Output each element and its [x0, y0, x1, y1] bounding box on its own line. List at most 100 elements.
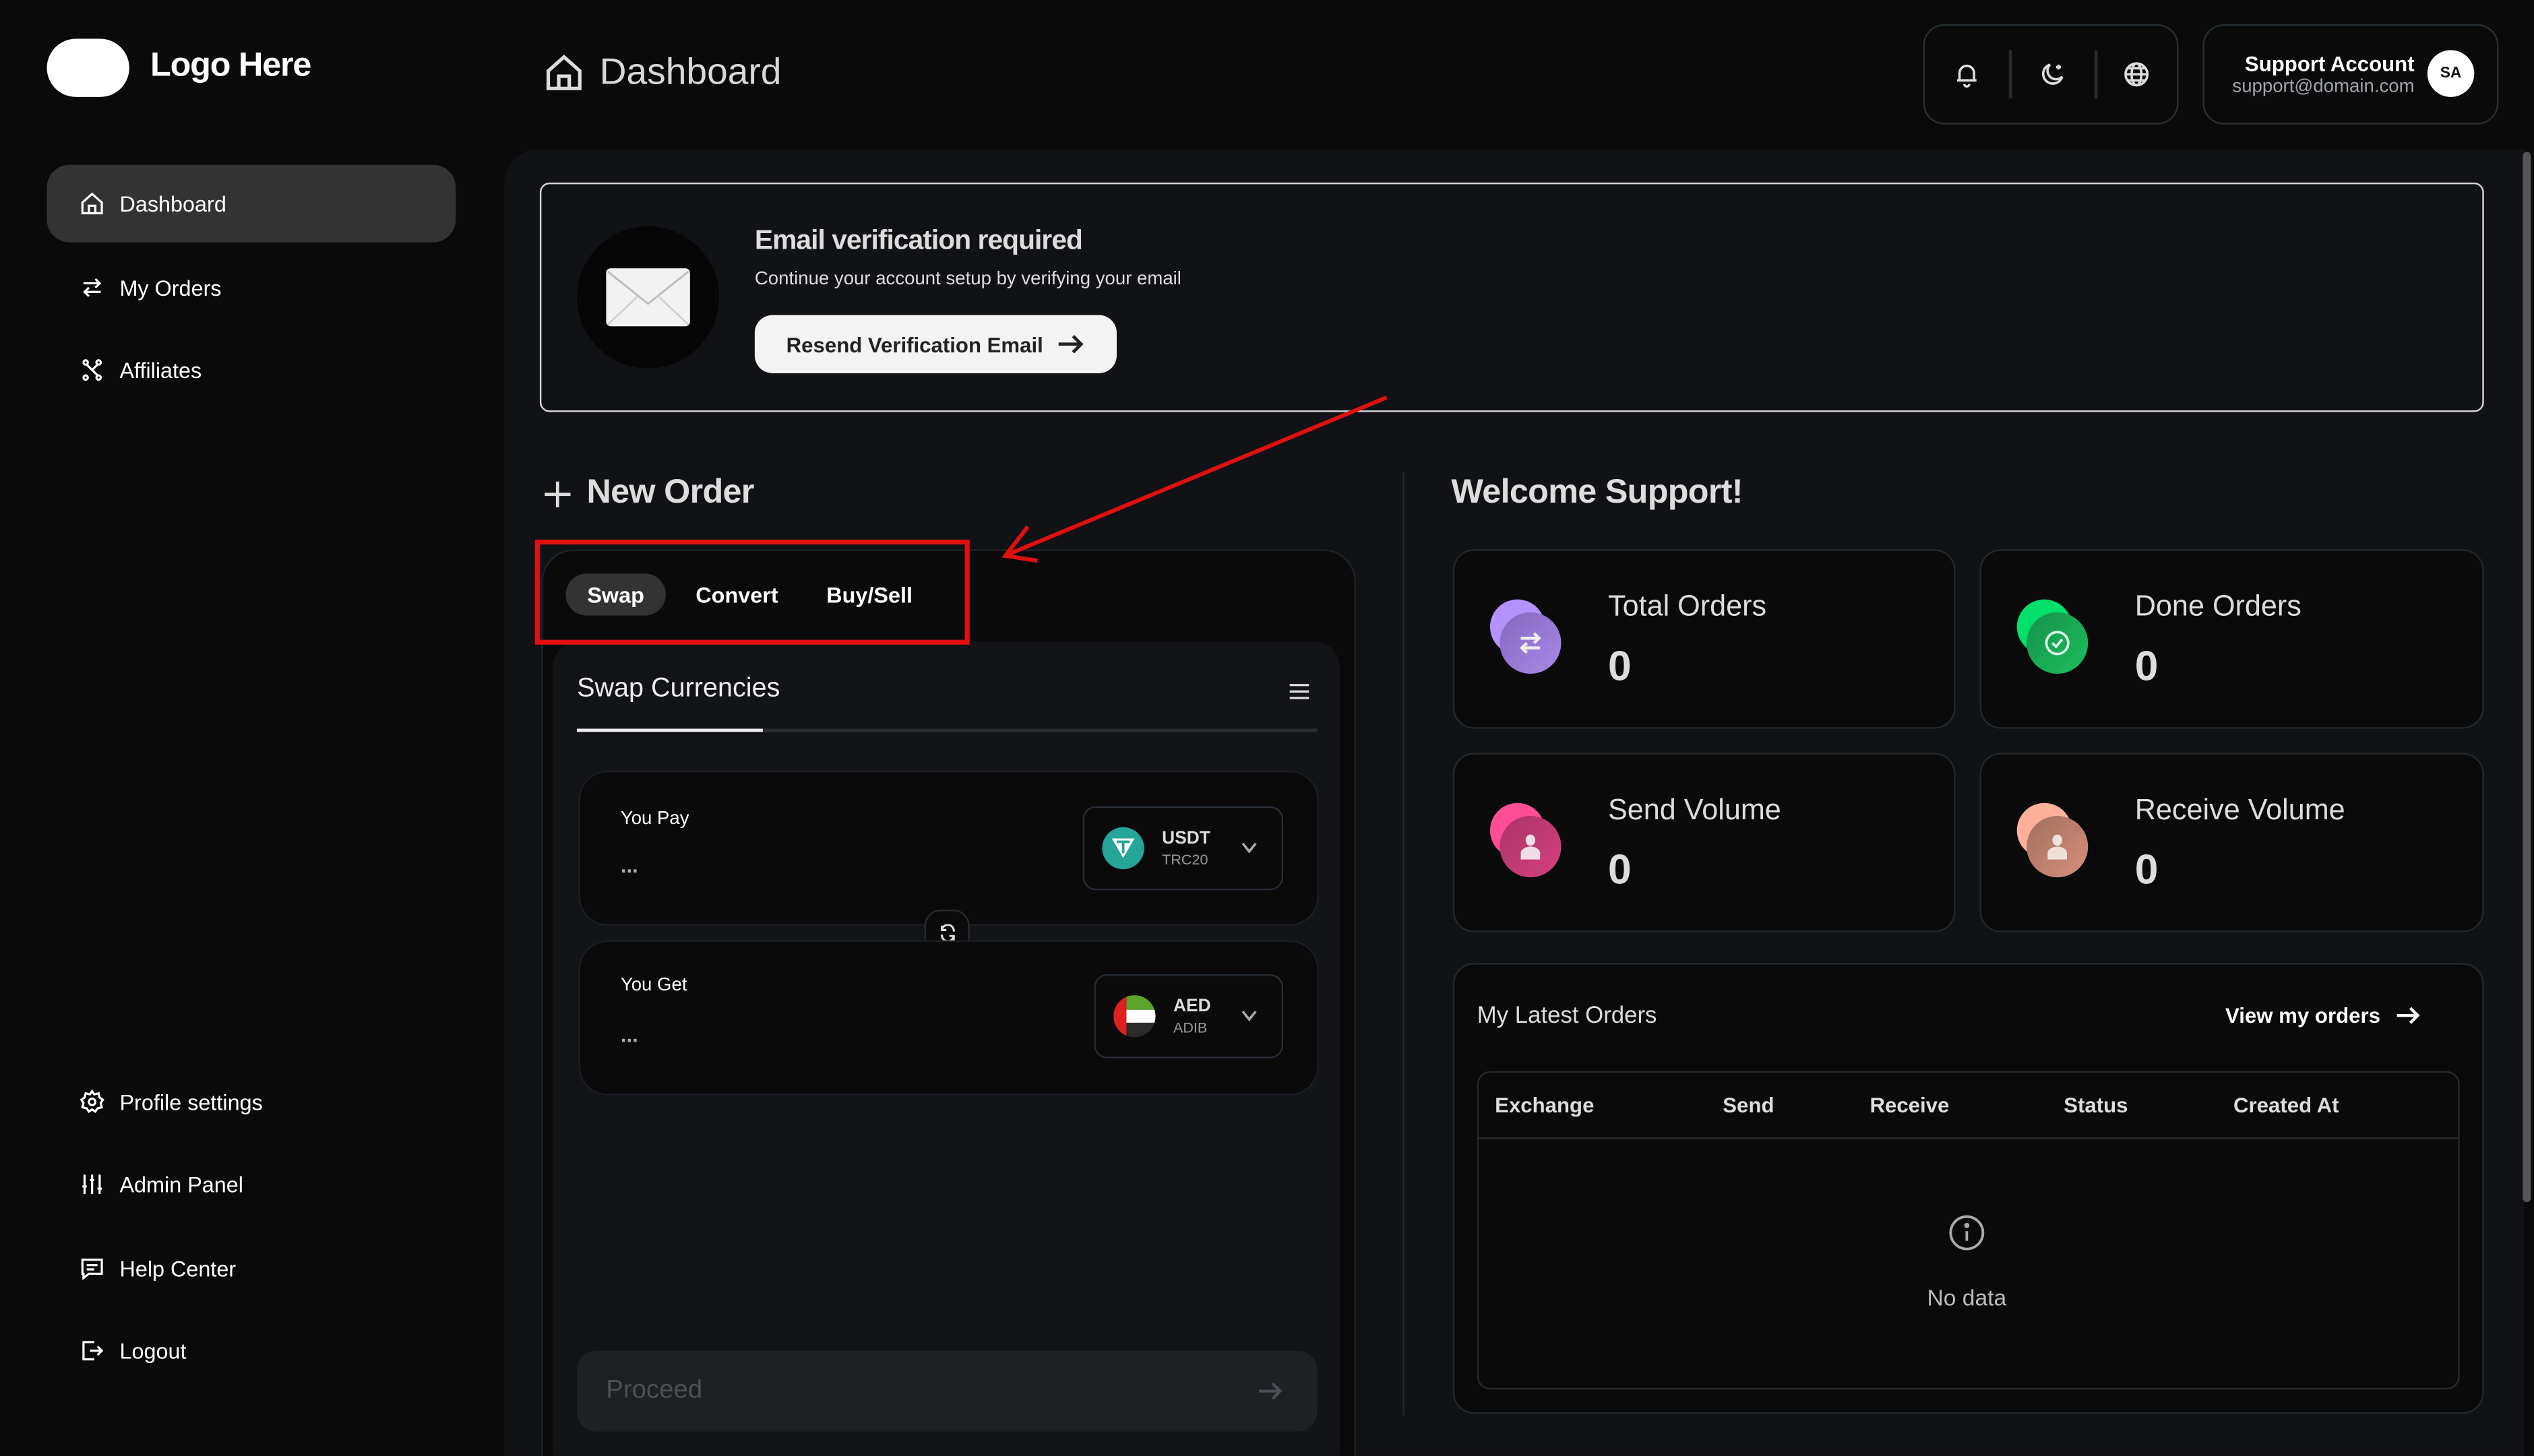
pay-currency-code: USDT: [1162, 829, 1210, 848]
sidebar-item-my-orders[interactable]: My Orders: [47, 249, 456, 326]
column-header-exchange[interactable]: Exchange: [1495, 1093, 1594, 1117]
stat-value: 0: [2135, 641, 2159, 691]
stat-card-receive-volume: Receive Volume 0: [1980, 753, 2484, 932]
sidebar-item-label: Profile settings: [119, 1089, 262, 1114]
you-pay-amount[interactable]: ...: [621, 853, 638, 877]
stat-value: 0: [2135, 845, 2159, 895]
sidebar-item-label: Help Center: [119, 1256, 236, 1280]
divider: [2009, 50, 2012, 98]
stat-card-done-orders: Done Orders 0: [1980, 549, 2484, 728]
sidebar-item-admin-panel[interactable]: Admin Panel: [47, 1145, 456, 1223]
bell-icon[interactable]: [1952, 60, 1981, 89]
divider: [2095, 50, 2098, 98]
home-icon: [543, 52, 585, 94]
refresh-icon: [938, 923, 956, 941]
new-order-title: New Order: [586, 474, 753, 513]
swap-arrows-icon: [80, 275, 105, 300]
banner-title: Email verification required: [755, 224, 1082, 257]
page-title: Dashboard: [600, 50, 782, 94]
logout-icon: [80, 1338, 105, 1364]
banner-subtitle: Continue your account setup by verifying…: [755, 270, 1181, 289]
stat-label: Total Orders: [1608, 590, 1766, 623]
sidebar-item-affiliates[interactable]: Affiliates: [47, 331, 456, 409]
empty-state-text: No data: [1805, 1284, 2129, 1310]
stat-value: 0: [1608, 641, 1632, 691]
welcome-title: Welcome Support!: [1451, 474, 1742, 513]
stat-card-total-orders: Total Orders 0: [1453, 549, 1956, 728]
you-get-box: You Get ... AED ADIB: [578, 941, 1318, 1096]
pay-currency-network: TRC20: [1162, 852, 1208, 868]
avatar: SA: [2428, 50, 2475, 97]
arrow-right-icon: [1259, 1381, 1283, 1401]
gear-icon: [80, 1089, 105, 1114]
table-header-divider: [1479, 1137, 2458, 1139]
stat-label: Receive Volume: [2135, 793, 2345, 827]
check-circle-icon: [2017, 600, 2091, 674]
message-icon: [80, 1255, 105, 1281]
sidebar-item-label: My Orders: [119, 276, 221, 300]
envelope-icon: [606, 268, 690, 326]
annotation-highlight-box: [535, 540, 970, 645]
you-get-label: You Get: [621, 976, 687, 995]
account-email: support@domain.com: [2232, 77, 2414, 97]
header-actions: [1923, 24, 2179, 125]
column-header-receive[interactable]: Receive: [1869, 1093, 1949, 1117]
resend-verification-button[interactable]: Resend Verification Email: [755, 315, 1117, 373]
moon-icon[interactable]: [2038, 60, 2067, 89]
stat-value: 0: [1608, 845, 1632, 895]
swap-panel-title: Swap Currencies: [577, 674, 780, 705]
swap-panel: Swap Currencies You Pay ... USDT TRC20 Y…: [553, 641, 1340, 1456]
envelope-badge: [577, 226, 719, 369]
user-icon: [1490, 803, 1564, 877]
user-icon: [2017, 803, 2091, 877]
uae-flag-icon: [1113, 995, 1155, 1037]
logo-text: Logo Here: [150, 47, 311, 86]
you-pay-label: You Pay: [621, 809, 689, 829]
column-header-status[interactable]: Status: [2064, 1093, 2128, 1117]
proceed-label: Proceed: [606, 1376, 702, 1405]
progress-track: [577, 728, 1317, 732]
sidebar-item-label: Logout: [119, 1339, 186, 1363]
globe-icon[interactable]: [2122, 60, 2151, 89]
you-pay-box: You Pay ... USDT TRC20: [578, 771, 1318, 926]
scrollbar[interactable]: [2523, 152, 2531, 1202]
chevron-down-icon: [1241, 1010, 1258, 1021]
sidebar-item-label: Affiliates: [119, 358, 202, 382]
sidebar-item-logout[interactable]: Logout: [47, 1312, 456, 1389]
home-icon: [80, 191, 105, 216]
email-verification-banner: Email verification required Continue you…: [540, 183, 2484, 412]
resend-label: Resend Verification Email: [786, 332, 1043, 356]
proceed-button[interactable]: Proceed: [577, 1351, 1317, 1432]
sidebar-item-label: Admin Panel: [119, 1172, 243, 1197]
get-currency-code: AED: [1173, 997, 1211, 1017]
sliders-icon: [80, 1172, 105, 1197]
app-root: Logo Here Dashboard Support Account supp…: [0, 0, 2534, 1456]
stat-label: Send Volume: [1608, 793, 1781, 827]
get-currency-network: ADIB: [1173, 1019, 1207, 1036]
view-my-orders-link[interactable]: View my orders: [2225, 1003, 2421, 1027]
swap-icon: [1490, 600, 1564, 674]
arrow-right-icon: [1059, 334, 1085, 354]
usdt-icon: [1102, 827, 1144, 869]
arrow-right-icon: [2397, 1007, 2421, 1024]
progress-fill: [577, 728, 762, 732]
info-icon: [1948, 1213, 1987, 1253]
view-my-orders-label: View my orders: [2225, 1003, 2380, 1027]
logo-mark: [47, 39, 129, 97]
account-menu[interactable]: Support Account support@domain.com SA: [2202, 24, 2498, 125]
pay-currency-select[interactable]: USDT TRC20: [1083, 806, 1283, 891]
sidebar-item-help-center[interactable]: Help Center: [47, 1230, 456, 1307]
affiliate-icon: [80, 357, 105, 383]
chevron-down-icon: [1241, 842, 1258, 853]
sidebar-item-profile-settings[interactable]: Profile settings: [47, 1063, 456, 1141]
sidebar-item-dashboard[interactable]: Dashboard: [47, 165, 456, 243]
plus-icon: [545, 482, 570, 507]
account-name: Support Account: [2245, 52, 2415, 76]
menu-icon[interactable]: [1290, 683, 1309, 699]
you-get-amount[interactable]: ...: [621, 1023, 638, 1047]
column-header-created-at[interactable]: Created At: [2233, 1093, 2339, 1117]
latest-orders-title: My Latest Orders: [1477, 1003, 1657, 1029]
column-header-send[interactable]: Send: [1723, 1093, 1774, 1117]
stat-label: Done Orders: [2135, 590, 2301, 623]
get-currency-select[interactable]: AED ADIB: [1094, 974, 1283, 1058]
